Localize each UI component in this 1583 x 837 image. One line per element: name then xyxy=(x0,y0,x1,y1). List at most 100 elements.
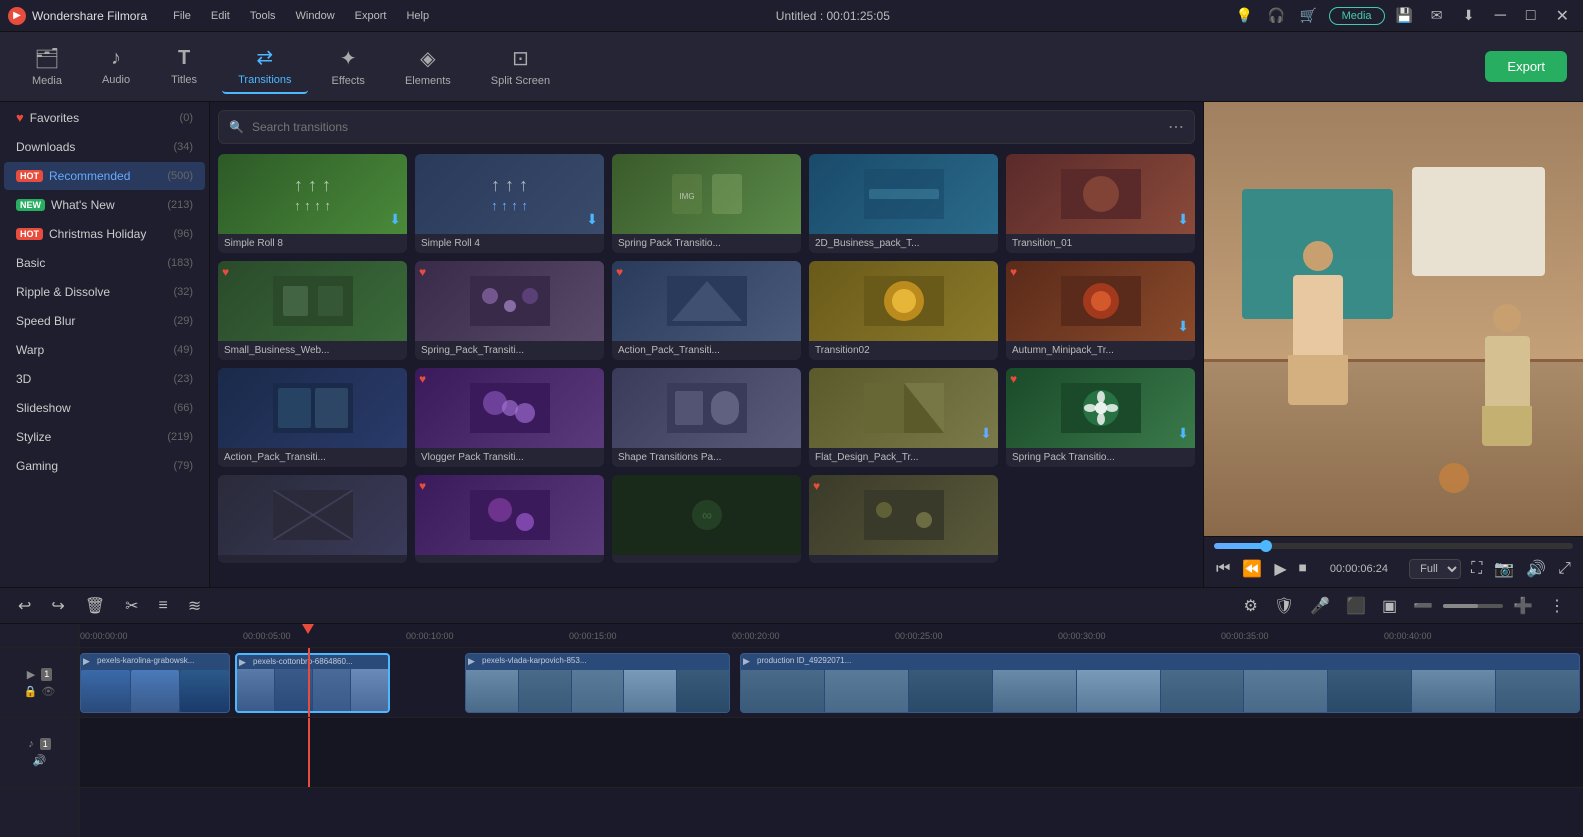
menu-file[interactable]: File xyxy=(169,8,195,24)
heart-overlay-autumn: ♥ xyxy=(1010,265,1017,279)
toolbar-splitscreen-label: Split Screen xyxy=(491,75,550,87)
card-2dbizpack[interactable]: 2D_Business_pack_T... xyxy=(809,154,998,253)
zoom-out-button[interactable]: ➖ xyxy=(1407,594,1439,618)
sidebar-item-downloads[interactable]: Downloads (34) xyxy=(4,133,205,161)
delete-button[interactable]: 🗑 xyxy=(79,594,111,618)
card-actionpack2[interactable]: Action_Pack_Transiti... xyxy=(218,368,407,467)
card-simpleroll4[interactable]: ↑ ↑ ↑ ↑ ↑ ↑ ↑ ⬇ Simple Roll 4 xyxy=(415,154,604,253)
quality-select[interactable]: Full 1/2 1/4 xyxy=(1409,559,1461,579)
undo-button[interactable]: ↩ xyxy=(12,594,37,618)
card-simpleroll8[interactable]: ↑ ↑ ↑ ↑ ↑ ↑ ↑ ⬇ Simple Roll 8 xyxy=(218,154,407,253)
close-button[interactable]: ✕ xyxy=(1550,6,1575,26)
export-button[interactable]: Export xyxy=(1485,51,1567,82)
sidebar-item-basic[interactable]: Basic (183) xyxy=(4,249,205,277)
sidebar-item-stylize[interactable]: Stylize (219) xyxy=(4,423,205,451)
card-thumb-springpack3: ♥ ⬇ xyxy=(1006,368,1195,448)
sidebar-christmas-label: Christmas Holiday xyxy=(49,227,146,241)
sidebar-item-3d[interactable]: 3D (23) xyxy=(4,365,205,393)
menu-help[interactable]: Help xyxy=(402,8,433,24)
video-clip-4[interactable]: production ID_49292071... ▶ xyxy=(740,653,1580,713)
stop-button[interactable]: ⏹ xyxy=(1297,558,1309,580)
card-purple1[interactable]: ♥ xyxy=(415,475,604,563)
track2-volume-icon[interactable]: 🔊 xyxy=(33,754,47,767)
card-smallbiz[interactable]: ♥ Small_Business_Web... xyxy=(218,261,407,360)
sidebar-item-christmas[interactable]: HOT Christmas Holiday (96) xyxy=(4,220,205,248)
card-vlogger[interactable]: ♥ Vlogger Pack Transiti... xyxy=(415,368,604,467)
card-label-actionpack1: Action_Pack_Transiti... xyxy=(612,341,801,360)
video-clip-3[interactable]: pexels-vlada-karpovich-853... ▶ xyxy=(465,653,730,713)
toolbar-titles[interactable]: T Titles xyxy=(154,41,214,92)
save-icon[interactable]: 💾 xyxy=(1393,4,1417,28)
search-input[interactable] xyxy=(252,120,1160,134)
card-shape[interactable]: Shape Transitions Pa... xyxy=(612,368,801,467)
skip-back-button[interactable]: ⏮ xyxy=(1214,558,1232,580)
sidebar-item-favorites[interactable]: ♥ Favorites (0) xyxy=(4,103,205,132)
sidebar-item-warp[interactable]: Warp (49) xyxy=(4,336,205,364)
step-back-button[interactable]: ⏪ xyxy=(1240,557,1264,581)
bulb-icon[interactable]: 💡 xyxy=(1233,4,1257,28)
video-clip-1[interactable]: pexels-karolina-grabowsk... ▶ xyxy=(80,653,230,713)
sidebar-item-slideshow[interactable]: Slideshow (66) xyxy=(4,394,205,422)
card-actionpack1[interactable]: ♥ Action_Pack_Transiti... xyxy=(612,261,801,360)
shield-button[interactable]: 🛡 xyxy=(1268,594,1300,618)
volume-button[interactable]: 🔊 xyxy=(1524,557,1548,581)
toolbar-media[interactable]: 🗂 Media xyxy=(16,40,78,93)
card-springpack3[interactable]: ♥ ⬇ Spring Pack Transitio... xyxy=(1006,368,1195,467)
menu-edit[interactable]: Edit xyxy=(207,8,234,24)
settings-button[interactable]: ⚙ xyxy=(1238,594,1264,618)
sidebar-gaming-count: (79) xyxy=(173,460,193,472)
card-transition02[interactable]: Transition02 xyxy=(809,261,998,360)
mic-button[interactable]: 🎤 xyxy=(1304,594,1336,618)
snapshot-button[interactable]: 📷 xyxy=(1492,557,1516,581)
card-springpack[interactable]: IMG Spring Pack Transitio... xyxy=(612,154,801,253)
toolbar-elements[interactable]: ◈ Elements xyxy=(389,40,467,93)
transitions-grid-panel: 🔍 ⋯ ↑ ↑ ↑ ↑ ↑ ↑ ↑ ⬇ Simple Roll 8 xyxy=(210,102,1203,587)
minimize-button[interactable]: ─ xyxy=(1489,7,1512,25)
adjust-button[interactable]: ≡ xyxy=(153,595,174,617)
track1-lock-icon[interactable]: 🔒 xyxy=(24,685,38,698)
headphone-icon[interactable]: 🎧 xyxy=(1265,4,1289,28)
card-dark1[interactable] xyxy=(218,475,407,563)
cart-icon[interactable]: 🛒 xyxy=(1297,4,1321,28)
card-autumn[interactable]: ♥ ⬇ Autumn_Minipack_Tr... xyxy=(1006,261,1195,360)
video-clip-2[interactable]: pexels-cottonbro-6864860... ▶ xyxy=(235,653,390,713)
zoom-in-button[interactable]: ➕ xyxy=(1507,594,1539,618)
play-button[interactable]: ▶ xyxy=(1272,557,1288,581)
card-thumb-dark1 xyxy=(218,475,407,555)
track1-eye-icon[interactable]: 👁 xyxy=(41,685,55,698)
redo-button[interactable]: ↪ xyxy=(45,594,70,618)
card-flatdesign[interactable]: ⬇ Flat_Design_Pack_Tr... xyxy=(809,368,998,467)
sidebar-item-ripple[interactable]: Ripple & Dissolve (32) xyxy=(4,278,205,306)
card-transition01[interactable]: ⬇ Transition_01 xyxy=(1006,154,1195,253)
more-button[interactable]: ⋮ xyxy=(1543,594,1571,618)
card-thumb-smallbiz: ♥ xyxy=(218,261,407,341)
titlebar-right: 💡 🎧 🛒 Media 💾 ✉ ⬇ ─ □ ✕ xyxy=(1233,4,1575,28)
card-dark2[interactable]: ∞ xyxy=(612,475,801,563)
cut-button[interactable]: ✂ xyxy=(119,594,144,618)
fullscreen-button[interactable]: ⛶ xyxy=(1469,558,1484,580)
card-springpack2[interactable]: ♥ Spring_Pack_Transiti... xyxy=(415,261,604,360)
toolbar-effects[interactable]: ✦ Effects xyxy=(316,40,381,93)
menu-export[interactable]: Export xyxy=(351,8,391,24)
progress-bar[interactable] xyxy=(1214,543,1573,549)
maximize-button[interactable]: □ xyxy=(1520,7,1542,25)
sidebar-item-speedblur[interactable]: Speed Blur (29) xyxy=(4,307,205,335)
subtitle-button[interactable]: ⬛ xyxy=(1340,594,1372,618)
toolbar-audio[interactable]: ♪ Audio xyxy=(86,41,146,92)
card-thumb-springpack2: ♥ xyxy=(415,261,604,341)
mail-icon[interactable]: ✉ xyxy=(1425,4,1449,28)
download-icon[interactable]: ⬇ xyxy=(1457,4,1481,28)
sidebar-item-whatsnew[interactable]: NEW What's New (213) xyxy=(4,191,205,219)
sidebar-item-gaming[interactable]: Gaming (79) xyxy=(4,452,205,480)
menu-tools[interactable]: Tools xyxy=(246,8,280,24)
toolbar-splitscreen[interactable]: ⊡ Split Screen xyxy=(475,40,566,93)
audio-waves-button[interactable]: ≋ xyxy=(182,594,207,618)
toolbar-transitions[interactable]: ⇄ Transitions xyxy=(222,39,307,94)
expand-button[interactable]: ⤢ xyxy=(1556,558,1573,580)
sidebar-item-recommended[interactable]: HOT Recommended (500) xyxy=(4,162,205,190)
login-button[interactable]: Media xyxy=(1329,7,1385,25)
card-dark3[interactable]: ♥ xyxy=(809,475,998,563)
grid-options-icon[interactable]: ⋯ xyxy=(1168,117,1184,137)
caption-button[interactable]: ▣ xyxy=(1376,594,1403,618)
menu-window[interactable]: Window xyxy=(292,8,339,24)
